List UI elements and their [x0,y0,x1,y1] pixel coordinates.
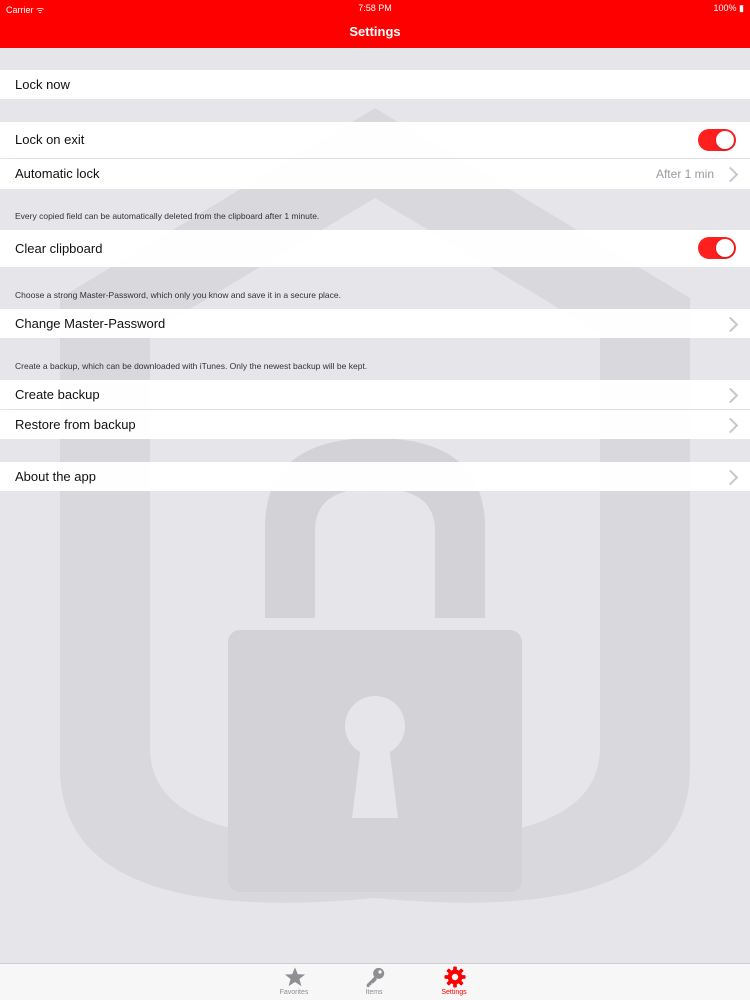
lock-now-row[interactable]: Lock now [0,70,750,99]
status-time: 7:58 PM [358,3,392,13]
chevron-right-icon [722,166,739,183]
toggle-knob [716,131,734,149]
page-title: Settings [349,24,401,39]
navigation-bar: Carrier ᯤ 7:58 PM 100% ▮ Settings [0,0,750,48]
change-master-password-row[interactable]: Change Master-Password [0,309,750,338]
gear-icon [444,966,466,988]
battery-indicator: 100% ▮ [713,3,744,13]
chevron-right-icon [722,387,739,404]
lock-now-label: Lock now [15,77,70,92]
tab-bar: Favorites Items Settings [0,963,750,1000]
restore-backup-label: Restore from backup [15,417,136,432]
key-icon [366,967,385,988]
toggle-knob [716,239,734,257]
about-app-label: About the app [15,469,96,484]
divider [15,158,750,159]
clear-clipboard-toggle[interactable] [698,237,736,259]
chevron-right-icon [722,417,739,434]
change-master-password-label: Change Master-Password [15,316,166,331]
tab-favorites-label: Favorites [279,989,309,996]
clipboard-note: Every copied field can be automatically … [15,211,320,221]
automatic-lock-row[interactable]: Automatic lock After 1 min [0,159,750,189]
star-icon [284,967,306,987]
tab-items[interactable]: Items [334,964,414,1000]
create-backup-label: Create backup [15,387,100,402]
tab-favorites[interactable]: Favorites [254,964,334,1000]
clear-clipboard-row: Clear clipboard [0,230,750,267]
automatic-lock-label: Automatic lock [15,166,100,181]
create-backup-row[interactable]: Create backup [0,380,750,409]
backup-note: Create a backup, which can be downloaded… [15,361,368,371]
chevron-right-icon [722,316,739,333]
chevron-right-icon [722,469,739,486]
restore-backup-row[interactable]: Restore from backup [0,410,750,439]
status-bar: Carrier ᯤ 7:58 PM 100% ▮ [0,0,750,16]
clear-clipboard-label: Clear clipboard [15,241,103,256]
automatic-lock-value: After 1 min [655,167,714,181]
tab-settings[interactable]: Settings [414,964,494,1000]
lock-on-exit-toggle[interactable] [698,129,736,151]
divider [15,409,750,410]
lock-on-exit-row: Lock on exit [0,122,750,158]
password-note: Choose a strong Master-Password, which o… [15,290,341,300]
about-app-row[interactable]: About the app [0,462,750,491]
tab-settings-label: Settings [441,989,467,996]
tab-items-label: Items [365,989,383,996]
lock-on-exit-label: Lock on exit [15,132,85,147]
